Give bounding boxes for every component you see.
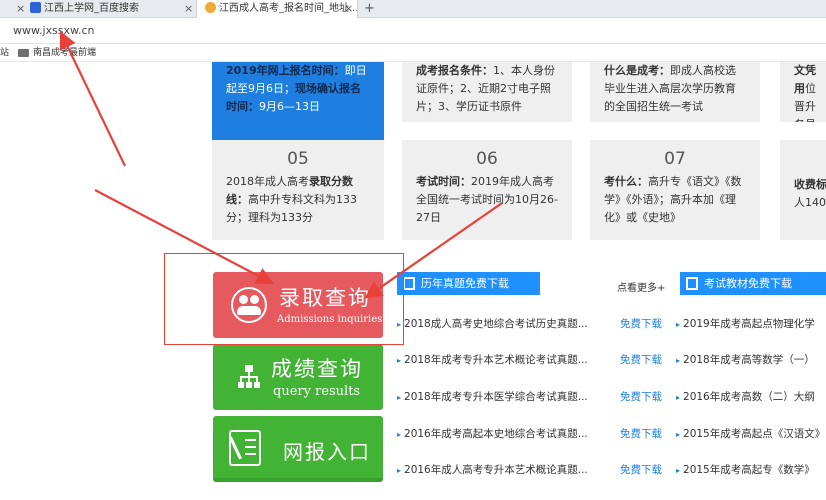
annotation-arrow <box>59 31 126 167</box>
annotation-arrow <box>94 189 274 285</box>
annotation-arrows <box>59 31 503 299</box>
annotation-arrow <box>364 202 503 299</box>
